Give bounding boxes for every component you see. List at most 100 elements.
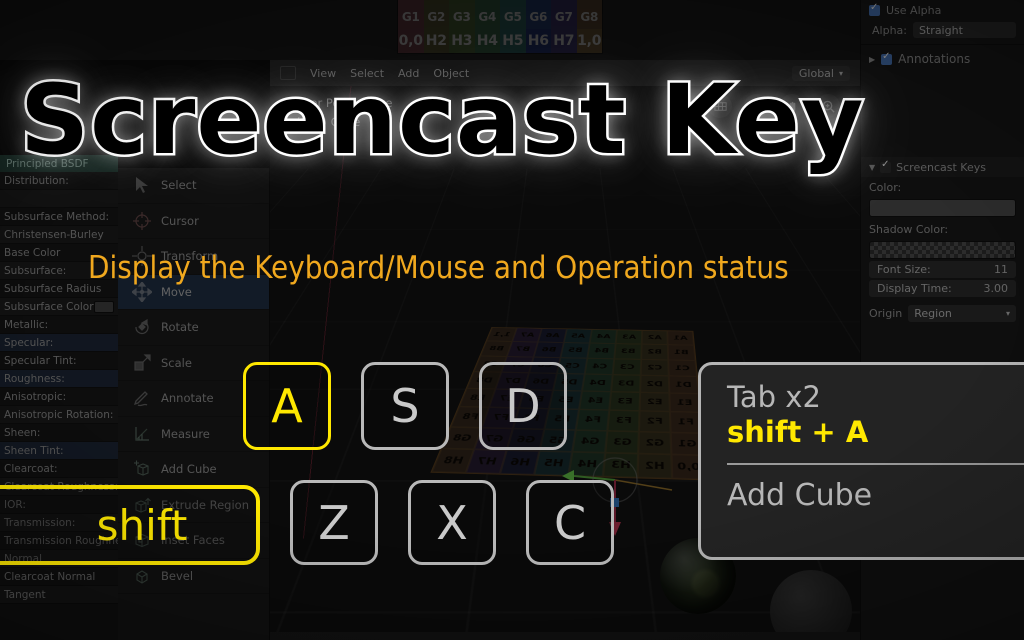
material-property-row[interactable]: Clearcoat: bbox=[0, 460, 118, 478]
plane-texture-cell: B3 bbox=[614, 343, 642, 360]
tool-label: Rotate bbox=[161, 320, 199, 335]
tool-label: Select bbox=[161, 178, 197, 193]
origin-label: Origin bbox=[869, 306, 903, 320]
tool-cursor[interactable]: Cursor bbox=[118, 204, 269, 239]
material-property-label: Subsurface Color bbox=[4, 300, 94, 313]
key-x[interactable]: X bbox=[408, 480, 496, 565]
key-a[interactable]: A bbox=[243, 362, 331, 450]
material-properties-panel[interactable]: Principled BSDF Distribution: Subsurface … bbox=[0, 155, 118, 640]
material-property-label: Sheen: bbox=[4, 426, 41, 439]
material-property-row[interactable]: Tangent bbox=[0, 586, 118, 604]
color-grid-cell: H7 bbox=[551, 29, 577, 53]
plane-texture-cell: B4 bbox=[587, 343, 616, 359]
tool-label: Move bbox=[161, 284, 192, 299]
tool-rotate[interactable]: Rotate bbox=[118, 310, 269, 346]
origin-value: Region bbox=[914, 306, 952, 320]
material-color-swatch[interactable] bbox=[93, 300, 114, 313]
color-grid-cell: 0,0 bbox=[398, 29, 424, 53]
key-d[interactable]: D bbox=[479, 362, 567, 450]
plane-texture-cell: C4 bbox=[584, 357, 615, 375]
key-shift[interactable]: shift bbox=[0, 485, 260, 565]
plane-texture-cell: E3 bbox=[609, 391, 641, 411]
material-property-label: Sheen Tint: bbox=[4, 444, 64, 457]
origin-row[interactable]: Origin Region ▾ bbox=[861, 301, 1024, 325]
shadow-color-swatch[interactable] bbox=[869, 241, 1016, 259]
origin-dropdown[interactable]: Region ▾ bbox=[908, 304, 1016, 322]
plane-texture-cell: A7 bbox=[512, 327, 542, 343]
color-grid-texture: G1 G2 G3 G4 G5 G6 G7 G8 0,0 H2 H3 H4 H5 H6 H7 1,0 bbox=[397, 0, 603, 54]
plane-texture-cell: D2 bbox=[640, 375, 670, 394]
material-property-row[interactable]: Sheen Tint: bbox=[0, 442, 118, 460]
plane-texture-cell: D3 bbox=[611, 374, 641, 393]
plane-texture-cell: A3 bbox=[615, 329, 643, 345]
plane-texture-cell: D1 bbox=[668, 375, 699, 394]
color-grid-cell: G1 bbox=[398, 5, 424, 29]
shadow-color-label: Shadow Color: bbox=[869, 222, 949, 236]
plane-texture-cell: A1 bbox=[667, 330, 694, 346]
ruler-icon bbox=[132, 424, 152, 444]
key-z[interactable]: Z bbox=[290, 480, 378, 565]
material-property-row[interactable]: Sheen: bbox=[0, 424, 118, 442]
chevron-down-icon: ▾ bbox=[1005, 308, 1010, 318]
alpha-dropdown[interactable]: Straight bbox=[913, 22, 1016, 38]
plane-texture-cell: A6 bbox=[537, 328, 567, 343]
key-c[interactable]: C bbox=[526, 480, 614, 565]
material-property-row[interactable]: Subsurface Method: bbox=[0, 208, 118, 226]
material-property-row[interactable] bbox=[0, 190, 118, 208]
page-subtitle: Display the Keyboard/Mouse and Operation… bbox=[88, 250, 789, 286]
alpha-row[interactable]: Alpha: Straight bbox=[861, 20, 1024, 40]
plane-texture-cell: E2 bbox=[639, 392, 670, 412]
material-property-label: Christensen-Burley bbox=[4, 228, 104, 241]
font-size-field[interactable]: Font Size: 11 bbox=[869, 261, 1016, 278]
color-grid-cell: G7 bbox=[551, 5, 577, 29]
color-grid-cell: 1,0 bbox=[576, 29, 602, 53]
tool-add-cube[interactable]: Add Cube bbox=[118, 452, 269, 488]
material-property-row[interactable]: Subsurface Color bbox=[0, 298, 118, 316]
tool-label: Measure bbox=[161, 426, 210, 441]
material-property-row[interactable]: Roughness: bbox=[0, 370, 118, 388]
material-property-label: Clearcoat: bbox=[4, 462, 58, 475]
color-label: Color: bbox=[869, 180, 902, 194]
font-size-label: Font Size: bbox=[877, 263, 931, 276]
font-size-value: 11 bbox=[994, 263, 1008, 276]
color-grid-cell: G8 bbox=[576, 5, 602, 29]
material-property-row[interactable]: Specular Tint: bbox=[0, 352, 118, 370]
divider bbox=[861, 44, 1024, 45]
use-alpha-row[interactable]: Use Alpha bbox=[861, 0, 1024, 20]
plane-texture-cell: B7 bbox=[507, 341, 538, 357]
plane-texture-cell: F2 bbox=[638, 410, 671, 433]
material-property-row[interactable]: Clearcoat Normal bbox=[0, 568, 118, 586]
material-property-row[interactable]: Specular: bbox=[0, 334, 118, 352]
color-swatch[interactable] bbox=[869, 199, 1016, 217]
tool-label: Bevel bbox=[161, 568, 194, 583]
display-time-field[interactable]: Display Time: 3.00 bbox=[869, 280, 1016, 297]
color-grid-cell: G6 bbox=[525, 5, 551, 29]
material-property-row[interactable]: Metallic: bbox=[0, 316, 118, 334]
plane-texture-cell: E1 bbox=[669, 393, 701, 413]
plane-texture-cell: B6 bbox=[533, 342, 564, 358]
material-property-label: Subsurface: bbox=[4, 264, 67, 277]
divider bbox=[727, 463, 1024, 465]
plane-texture-cell: B8 bbox=[480, 341, 513, 357]
material-property-row[interactable]: Anisotropic Rotation: bbox=[0, 406, 118, 424]
material-property-label: Anisotropic: bbox=[4, 390, 67, 403]
material-property-row[interactable]: Christensen-Burley bbox=[0, 226, 118, 244]
color-grid-cell: H3 bbox=[449, 29, 475, 53]
scale-icon bbox=[132, 353, 152, 373]
plane-texture-cell: B5 bbox=[560, 342, 590, 358]
plane-texture-cell: C1 bbox=[668, 359, 697, 377]
checkbox-checked-icon[interactable] bbox=[869, 2, 880, 16]
page-title: Screencast Key bbox=[18, 62, 866, 179]
key-shift-label: shift bbox=[96, 500, 188, 550]
color-grid-cell: H5 bbox=[500, 29, 526, 53]
plane-texture-cell: B1 bbox=[667, 344, 696, 361]
bevel-icon bbox=[132, 566, 152, 586]
material-property-row[interactable]: Anisotropic: bbox=[0, 388, 118, 406]
use-alpha-label: Use Alpha bbox=[886, 3, 942, 17]
key-s[interactable]: S bbox=[361, 362, 449, 450]
rotate-icon bbox=[132, 317, 152, 337]
plane-texture-cell: E4 bbox=[579, 391, 612, 411]
alpha-label: Alpha: bbox=[872, 23, 907, 37]
plane-texture-cell: C2 bbox=[640, 359, 669, 376]
plane-texture-cell: A4 bbox=[589, 329, 617, 344]
